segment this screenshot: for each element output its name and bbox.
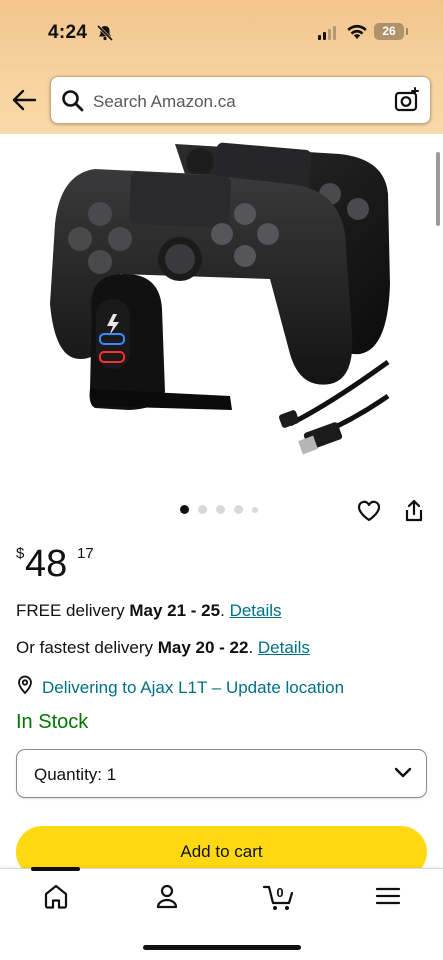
delivery-location-link[interactable]: Delivering to Ajax L1T – Update location (42, 678, 344, 698)
menu-icon[interactable] (374, 881, 404, 911)
search-bar[interactable]: Search Amazon.ca (50, 76, 431, 124)
quantity-select[interactable]: Quantity: 1 (16, 749, 427, 798)
product-image[interactable] (0, 134, 443, 494)
wishlist-heart-icon[interactable] (356, 498, 382, 529)
free-delivery-label: FREE delivery (16, 601, 130, 620)
search-input[interactable]: Search Amazon.ca (93, 92, 236, 112)
status-time: 4:24 (48, 22, 88, 43)
price-currency: $ (16, 545, 25, 562)
location-pin-icon (16, 675, 34, 700)
fastest-delivery-suffix: . (248, 638, 258, 657)
quantity-label: Quantity: (34, 765, 103, 784)
carousel-dot[interactable] (234, 505, 243, 514)
home-indicator (143, 945, 301, 950)
price-fraction: 17 (77, 545, 94, 562)
fastest-delivery-label: Or fastest delivery (16, 638, 158, 657)
share-icon[interactable] (402, 498, 426, 529)
cart-icon[interactable]: 0 (262, 881, 296, 911)
battery-indicator: 26 (374, 23, 408, 40)
cart-count: 0 (276, 885, 283, 900)
carousel-dot[interactable] (216, 505, 225, 514)
controller-charger-illustration (50, 142, 390, 455)
fastest-delivery-dates: May 20 - 22 (157, 638, 249, 657)
bottom-tab-bar: 0 (0, 867, 443, 960)
page-scrollbar[interactable] (436, 152, 440, 226)
active-tab-indicator (31, 867, 80, 871)
free-delivery-details-link[interactable]: Details (230, 601, 282, 620)
silent-bell-icon (96, 24, 114, 47)
cell-signal-icon (318, 26, 336, 40)
quantity-text: Quantity: 1 (34, 765, 116, 785)
back-arrow-icon[interactable] (10, 86, 38, 114)
wifi-icon (346, 24, 368, 45)
status-bar: 4:24 26 (0, 20, 443, 50)
fastest-delivery-details-link[interactable]: Details (258, 638, 310, 657)
price-whole: 48 (25, 543, 68, 585)
chevron-down-icon (394, 766, 412, 785)
carousel-dot[interactable] (180, 505, 189, 514)
fastest-delivery-line: Or fastest delivery May 20 - 22. Details (16, 638, 310, 658)
search-icon (61, 89, 85, 118)
camera-search-icon[interactable] (394, 87, 420, 118)
quantity-value: 1 (106, 765, 117, 784)
stock-status: In Stock (16, 711, 89, 733)
home-icon[interactable] (41, 881, 71, 911)
image-carousel-dots[interactable] (180, 505, 258, 514)
free-delivery-suffix: . (220, 601, 230, 620)
app-header: 4:24 26 Search Amazon.ca (0, 0, 443, 134)
delivery-location[interactable]: Delivering to Ajax L1T – Update location (16, 675, 344, 700)
account-icon[interactable] (152, 881, 182, 911)
carousel-dot[interactable] (252, 506, 258, 513)
carousel-dot[interactable] (198, 505, 207, 514)
free-delivery-line: FREE delivery May 21 - 25. Details (16, 601, 282, 621)
free-delivery-dates: May 21 - 25 (129, 601, 221, 620)
